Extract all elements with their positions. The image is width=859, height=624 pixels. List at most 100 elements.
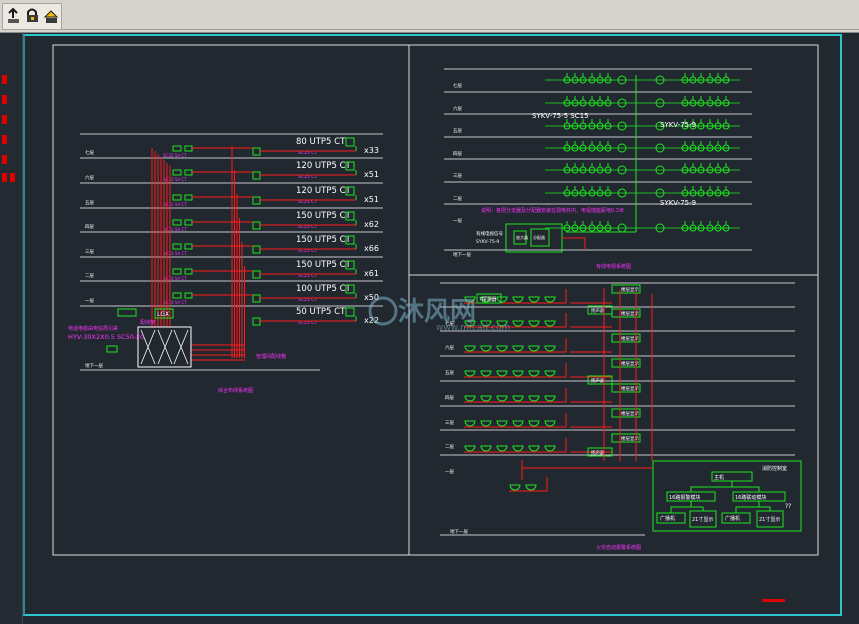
- smoke-detector: [544, 320, 556, 327]
- smoke-detector: [480, 345, 492, 352]
- patch-panel-icon: [345, 137, 355, 147]
- floor-label: 一层: [85, 298, 94, 304]
- patch-panel-icon: [345, 307, 355, 317]
- riser-spec-label: SC32-5A CT: [163, 153, 187, 158]
- smoke-detector: [496, 345, 508, 352]
- hub-icon: [252, 294, 261, 303]
- floor-display-label: 楼层显示: [621, 385, 639, 392]
- catv-incoming-label: SYKV-75-9: [476, 239, 499, 245]
- floor-display-label: 楼层显示: [621, 286, 639, 293]
- smoke-detector: [464, 370, 476, 377]
- telecom-box: [117, 308, 137, 317]
- catv-trunk-label-3: SYKV-75-9: [660, 199, 696, 207]
- hub-icon: [252, 196, 261, 205]
- drawing-canvas[interactable]: 七层六层五层四层三层二层一层地下一层 80 UTP5 CTx33SC25 CTS…: [0, 0, 859, 624]
- broadcast-label-1: 广播机: [660, 515, 675, 522]
- distribution-frame-cross: [140, 329, 189, 365]
- catv-floor-label: 四层: [453, 151, 462, 157]
- fire-alarm-title: 火灾自动报警系统图: [596, 544, 641, 551]
- main-box-sub: 配线架: [140, 319, 155, 326]
- floor-distributor: [184, 243, 193, 250]
- floor-label: 四层: [85, 224, 94, 230]
- smoke-detector: [544, 345, 556, 352]
- smoke-detector: [512, 345, 524, 352]
- hub-icon: [252, 245, 261, 254]
- speaker-label: 扬声器: [591, 449, 605, 456]
- floor-distributor: [184, 194, 193, 201]
- fa-floor-label: 二层: [445, 444, 454, 450]
- floor-label: 地下一层: [85, 362, 103, 369]
- smoke-detector: [512, 296, 524, 303]
- cable-count-label: x51: [364, 195, 379, 204]
- smoke-detector: [544, 395, 556, 402]
- hub-icon: [252, 317, 261, 326]
- smoke-detector: [512, 320, 524, 327]
- floor-distributor: [172, 219, 182, 226]
- catv-floor-label: 地下一层: [453, 251, 471, 258]
- smoke-detector: [464, 420, 476, 427]
- smoke-detector: [464, 445, 476, 452]
- control-room-title: 消防控制室: [762, 465, 787, 472]
- cable-count-label: x33: [364, 146, 379, 155]
- smoke-detector: [528, 445, 540, 452]
- floor-label: 五层: [85, 200, 94, 206]
- floor-distributor: [184, 268, 193, 275]
- floor-distributor: [184, 292, 193, 299]
- cable-spec-label: 80 UTP5 CT: [296, 137, 346, 147]
- smoke-detector: [512, 445, 524, 452]
- fa-floor-label: 四层: [445, 395, 454, 401]
- cabling-title: 综合布线系统图: [218, 387, 253, 394]
- catv-floor-label: 七层: [453, 82, 462, 89]
- smoke-detector: [496, 370, 508, 377]
- floor-distributor: [172, 194, 182, 201]
- smoke-detector: [528, 345, 540, 352]
- incoming-box: [106, 345, 118, 353]
- lgx-label: LGX: [157, 311, 169, 318]
- floor-display-label: 楼层显示: [621, 360, 639, 367]
- catv-trunk-label-1: SYKV-75-5 SC15: [532, 112, 589, 120]
- smoke-detector: [544, 445, 556, 452]
- fa-floor-label: 地下一层: [450, 528, 468, 535]
- floor-display-label: 楼层显示: [621, 435, 639, 442]
- smoke-detector: [480, 395, 492, 402]
- cable-spec-label: 50 UTP5 CT: [296, 307, 346, 317]
- speaker-label: 扬声器: [591, 377, 605, 384]
- cable-spec-label: 100 UTP5 CT: [296, 284, 352, 294]
- watermark-logo-icon: [368, 296, 398, 326]
- catv-splitter-label: 分配器: [533, 234, 545, 240]
- fa-riser-link: [521, 460, 653, 480]
- catv-floor-label: 五层: [453, 128, 462, 134]
- incoming-cable-label: HYV-30X2X0.5 SC50-FC: [68, 333, 145, 341]
- smoke-detector: [480, 445, 492, 452]
- floor-distributor: [172, 145, 182, 152]
- catv-diagram: 七层六层五层四层三层二层一层地下一层 SYKV-75-5 SC15 SYKV-7…: [444, 68, 752, 270]
- smoke-detector: [544, 420, 556, 427]
- alarm-module-label: 16路报警模块: [669, 494, 700, 501]
- catv-floor-label: 六层: [453, 105, 462, 112]
- watermark-url: www.mfcad.com: [436, 323, 510, 333]
- floor-label: 七层: [85, 149, 94, 156]
- floor-distributor: [184, 219, 193, 226]
- catv-feed-line: [562, 237, 586, 250]
- smoke-detector: [525, 484, 537, 491]
- link-module-label: 16路联动模块: [735, 494, 766, 501]
- cable-spec-label: 120 UTP5 CT: [296, 186, 352, 196]
- smoke-detector: [528, 420, 540, 427]
- cable-spec-label: 150 UTP5 CT: [296, 235, 352, 245]
- smoke-detector: [509, 484, 521, 491]
- smoke-detector: [464, 345, 476, 352]
- cable-count-label: x62: [364, 220, 379, 229]
- control-main-label: 主机: [714, 474, 724, 481]
- smoke-detector: [496, 445, 508, 452]
- smoke-detector: [512, 370, 524, 377]
- floor-distributor: [172, 292, 182, 299]
- floor-distributor: [172, 169, 182, 176]
- catv-trunk-label-2: SYKV-75-9: [660, 121, 696, 129]
- hub-icon: [252, 171, 261, 180]
- catv-floor-label: 二层: [453, 196, 462, 202]
- floor-distributor: [172, 268, 182, 275]
- floor-label: 六层: [85, 174, 94, 181]
- catv-source-label: 有线电视信号: [476, 230, 503, 237]
- fa-floor-label: 一层: [445, 469, 454, 475]
- smoke-detector: [544, 296, 556, 303]
